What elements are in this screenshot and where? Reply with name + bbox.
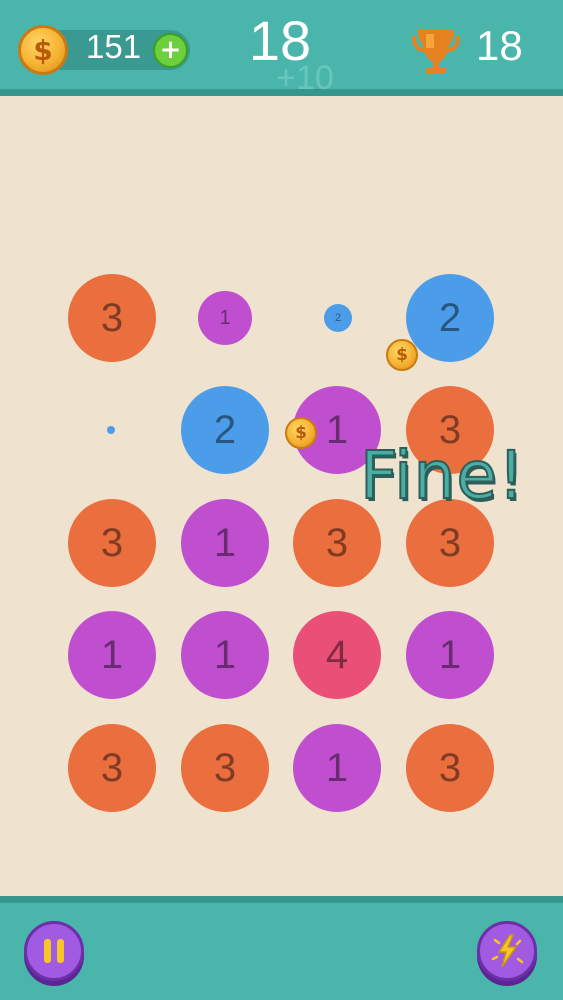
best-score: 18 [476, 22, 523, 69]
ball-blue-small[interactable]: 2 [324, 304, 352, 332]
pause-button[interactable] [24, 921, 84, 981]
ball-orange[interactable]: 3 [68, 274, 156, 362]
top-bar: $ 151 + 18 +10 18 [0, 0, 563, 96]
ball-orange[interactable]: 3 [406, 724, 494, 812]
power-up-button[interactable] [477, 921, 537, 981]
ball-purple[interactable]: 1 [406, 611, 494, 699]
ball-orange[interactable]: 3 [181, 724, 269, 812]
ball-purple[interactable]: 1 [68, 611, 156, 699]
ball-purple[interactable]: 1 [181, 499, 269, 587]
feedback-text: Fine! [359, 436, 526, 515]
add-coins-button[interactable]: + [153, 33, 188, 68]
ball-purple[interactable]: 1 [198, 291, 252, 345]
ball-blue[interactable]: 2 [181, 386, 269, 474]
ball-blue[interactable]: 2 [406, 274, 494, 362]
trophy-icon [412, 30, 460, 74]
ball-orange[interactable]: 3 [68, 724, 156, 812]
floating-coin-icon: $ [285, 417, 317, 449]
pause-icon [44, 939, 64, 963]
floating-coin-icon: $ [386, 339, 418, 371]
ball-purple[interactable]: 1 [181, 611, 269, 699]
ball-orange[interactable]: 3 [68, 499, 156, 587]
ball-purple[interactable]: 1 [293, 724, 381, 812]
ball-pink[interactable]: 4 [293, 611, 381, 699]
score-bonus: +10 [276, 59, 334, 97]
ball-blue-tiny[interactable] [107, 426, 115, 434]
bottom-bar [0, 896, 563, 1000]
coin-count: 151 [86, 28, 142, 65]
coin-icon: $ [18, 25, 68, 75]
lightning-icon [491, 934, 524, 968]
